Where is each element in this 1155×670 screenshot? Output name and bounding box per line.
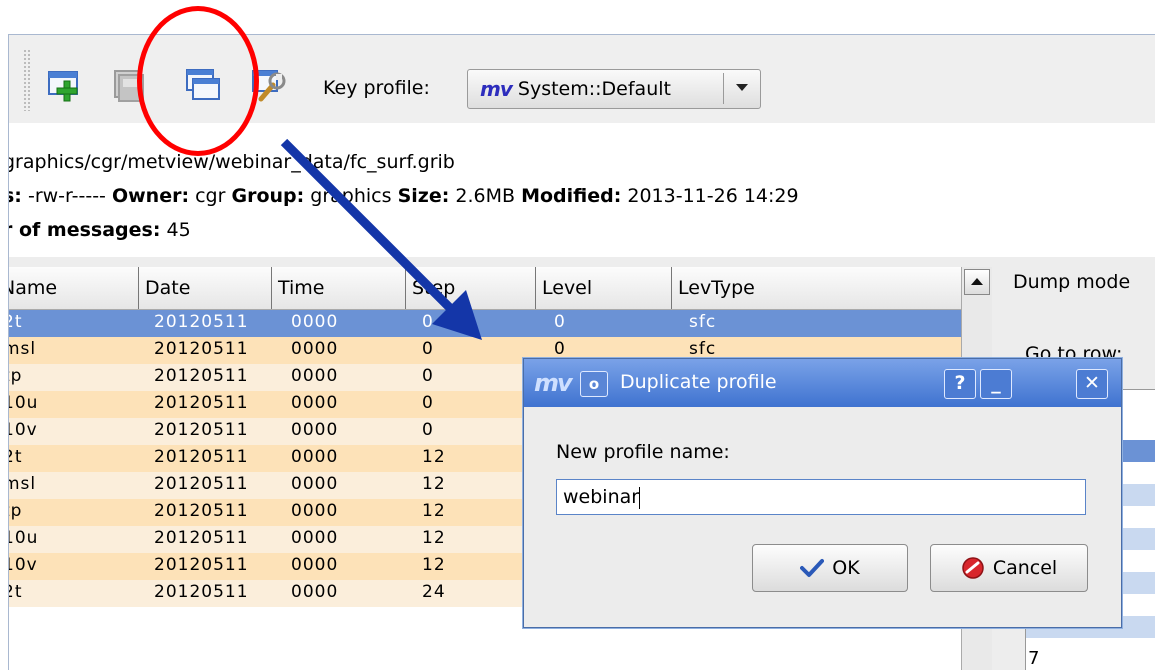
- pointer-arrow-annotation: [280, 138, 482, 340]
